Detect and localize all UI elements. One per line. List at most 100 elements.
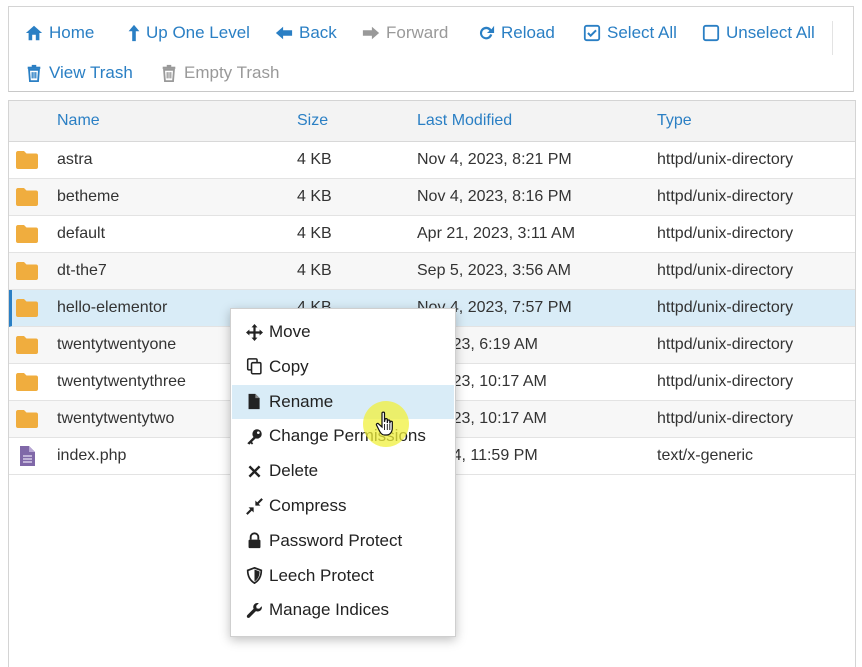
table-row[interactable]: betheme 4 KB Nov 4, 2023, 8:16 PM httpd/uni… — [9, 179, 855, 216]
lock-icon — [248, 532, 261, 549]
file-last-modified: Nov 4, 2023, 8:16 PM — [417, 188, 572, 205]
menu-item-label: Manage Indices — [269, 600, 390, 620]
file-last-modified: Nov 4, 2023, 8:21 PM — [417, 151, 572, 168]
column-header-last-modified[interactable]: Last Modified — [417, 112, 512, 130]
copy-icon — [246, 358, 262, 375]
file-type: httpd/unix-directory — [657, 373, 794, 390]
home-button[interactable]: Home — [25, 23, 94, 43]
empty-trash-button[interactable]: Empty Trash — [160, 63, 279, 83]
table-row[interactable]: dt-the7 4 KB Sep 5, 2023, 3:56 AM httpd/uni… — [9, 253, 855, 290]
column-header-name[interactable]: Name — [57, 112, 100, 130]
forward-button[interactable]: Forward — [362, 23, 448, 43]
menu-item-label: Copy — [269, 356, 309, 376]
home-label: Home — [49, 23, 95, 42]
menu-item-manage-indices[interactable]: Manage Indices — [232, 593, 454, 627]
move-icon — [246, 323, 263, 341]
up-one-level-button[interactable]: Up One Level — [125, 23, 250, 43]
reload-button[interactable]: Reload — [477, 23, 555, 43]
forward-label: Forward — [386, 23, 449, 42]
table-row[interactable]: default 4 KB Apr 21, 2023, 3:11 AM httpd/un… — [9, 216, 855, 253]
file-name[interactable]: astra — [57, 151, 93, 169]
file-icon — [248, 393, 260, 410]
folder-icon — [15, 298, 39, 318]
file-type: httpd/unix-directory — [657, 299, 794, 316]
file-name[interactable]: twentytwentytwo — [57, 410, 174, 428]
arrow-up-icon — [128, 24, 140, 42]
select-all-label: Select All — [607, 23, 677, 42]
trash-icon — [27, 64, 41, 82]
shield-icon — [246, 567, 263, 585]
folder-icon — [15, 224, 39, 244]
table-row[interactable]: astra 4 KB Nov 4, 2023, 8:21 PM httpd/unix-… — [9, 142, 855, 179]
menu-item-password-protect[interactable]: Password Protect — [232, 524, 454, 558]
folder-icon — [15, 261, 39, 281]
menu-item-copy[interactable]: Copy — [232, 350, 454, 384]
arrow-left-icon — [275, 26, 293, 40]
file-type: httpd/unix-directory — [657, 336, 794, 353]
file-type: httpd/unix-directory — [657, 225, 794, 242]
checkbox-checked-icon — [583, 24, 601, 42]
column-header-size[interactable]: Size — [297, 112, 328, 130]
view-trash-button[interactable]: View Trash — [25, 63, 133, 83]
wrench-icon — [246, 602, 262, 618]
menu-item-label: Move — [269, 322, 311, 341]
close-icon — [248, 465, 261, 478]
arrow-right-icon — [362, 26, 380, 40]
file-name[interactable]: index.php — [57, 447, 126, 465]
menu-item-label: Password Protect — [269, 530, 403, 550]
file-type: httpd/unix-directory — [657, 151, 794, 168]
hand-pointer-icon — [375, 411, 393, 436]
unselect-all-button[interactable]: Unselect All — [702, 23, 815, 43]
column-header-type[interactable]: Type — [657, 112, 692, 130]
file-name[interactable]: hello-elementor — [57, 299, 167, 317]
folder-icon — [15, 150, 39, 170]
select-all-button[interactable]: Select All — [583, 23, 677, 43]
menu-item-change-permissions[interactable]: Change Permissions — [232, 419, 454, 453]
file-last-modified: Apr 21, 2023, 3:11 AM — [417, 225, 576, 242]
file-name[interactable]: betheme — [57, 188, 119, 206]
menu-item-rename[interactable]: Rename — [232, 384, 454, 419]
file-size: 4 KB — [297, 188, 332, 205]
compress-icon — [246, 497, 263, 515]
menu-item-label: Delete — [269, 461, 319, 481]
file-type: httpd/unix-directory — [657, 410, 794, 427]
file-icon — [15, 446, 39, 466]
file-type: httpd/unix-directory — [657, 188, 794, 205]
file-name[interactable]: dt-the7 — [57, 262, 107, 280]
back-button[interactable]: Back — [275, 23, 337, 43]
file-name[interactable]: default — [57, 225, 105, 243]
checkbox-empty-icon — [702, 24, 720, 42]
toolbar-divider — [832, 21, 833, 55]
toolbar: Home Up One Level Back Forward Reload Se… — [8, 6, 854, 92]
empty-trash-label: Empty Trash — [184, 63, 280, 82]
menu-item-label: Compress — [269, 496, 347, 515]
file-type: httpd/unix-directory — [657, 262, 794, 279]
menu-item-compress[interactable]: Compress — [232, 489, 454, 523]
file-size: 4 KB — [297, 151, 332, 168]
table-header: Name Size Last Modified Type — [9, 101, 855, 142]
trash-icon — [162, 64, 176, 82]
back-label: Back — [299, 23, 337, 42]
up-one-level-label: Up One Level — [146, 23, 250, 42]
folder-icon — [15, 409, 39, 429]
unselect-all-label: Unselect All — [726, 23, 815, 42]
file-name[interactable]: twentytwentyone — [57, 336, 176, 354]
folder-icon — [15, 372, 39, 392]
menu-item-leech-protect[interactable]: Leech Protect — [232, 559, 454, 593]
reload-icon — [479, 25, 495, 40]
file-size: 4 KB — [297, 225, 332, 242]
menu-item-label: Rename — [269, 391, 334, 411]
key-icon — [247, 429, 262, 445]
file-type: text/x-generic — [657, 447, 754, 464]
home-icon — [25, 25, 43, 41]
file-last-modified: Sep 5, 2023, 3:56 AM — [417, 262, 571, 279]
folder-icon — [15, 187, 39, 207]
reload-label: Reload — [501, 23, 555, 42]
menu-item-move[interactable]: Move — [232, 315, 454, 349]
context-menu: Move Copy Rename Change Permissions Delete Co… — [230, 308, 456, 637]
folder-icon — [15, 335, 39, 355]
menu-item-label: Leech Protect — [269, 565, 374, 585]
menu-item-delete[interactable]: Delete — [232, 454, 454, 488]
file-name[interactable]: twentytwentythree — [57, 373, 186, 391]
file-size: 4 KB — [297, 262, 332, 279]
